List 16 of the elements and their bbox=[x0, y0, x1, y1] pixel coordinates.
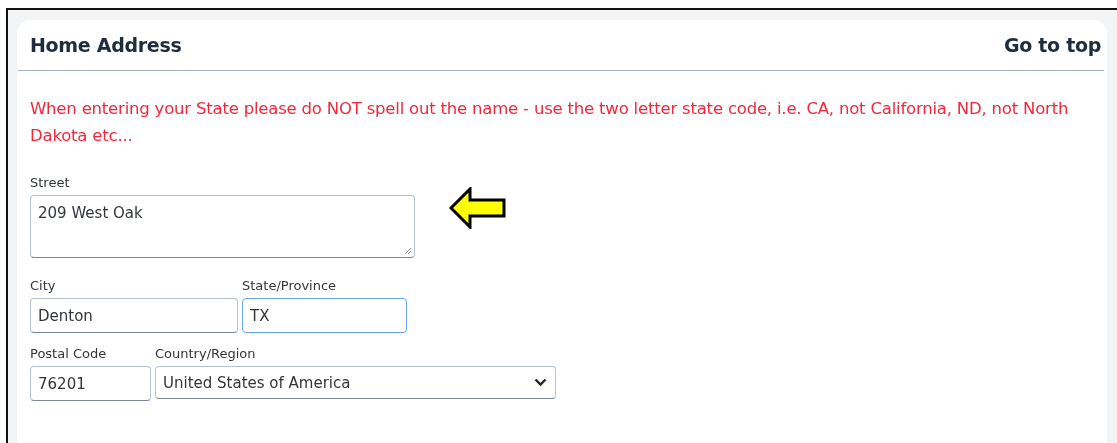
field-label: Postal Code bbox=[30, 346, 108, 362]
chevron-down-icon bbox=[534, 378, 547, 387]
arrow-icon bbox=[449, 187, 507, 229]
field-label: Street bbox=[30, 175, 71, 191]
field-label: City bbox=[30, 278, 57, 294]
input-field[interactable]: Denton bbox=[30, 298, 238, 333]
section-title: Home Address bbox=[30, 34, 182, 56]
resize-grip-icon[interactable] bbox=[403, 246, 412, 255]
field-label: Country/Region bbox=[155, 346, 257, 362]
go-to-top-link[interactable]: Go to top bbox=[1003, 34, 1101, 56]
text-area[interactable]: 209 West Oak bbox=[30, 195, 415, 258]
input-field[interactable]: 76201 bbox=[30, 366, 151, 401]
input-field[interactable]: TX bbox=[242, 298, 407, 333]
dropdown-field[interactable]: United States of America bbox=[155, 366, 556, 399]
state-code-notice: When entering your State please do NOT spell out the name - use the two letter state code, i.e. CA, not California, ND, not North Dakota etc... bbox=[30, 98, 1070, 147]
field-label: State/Province bbox=[242, 278, 338, 294]
